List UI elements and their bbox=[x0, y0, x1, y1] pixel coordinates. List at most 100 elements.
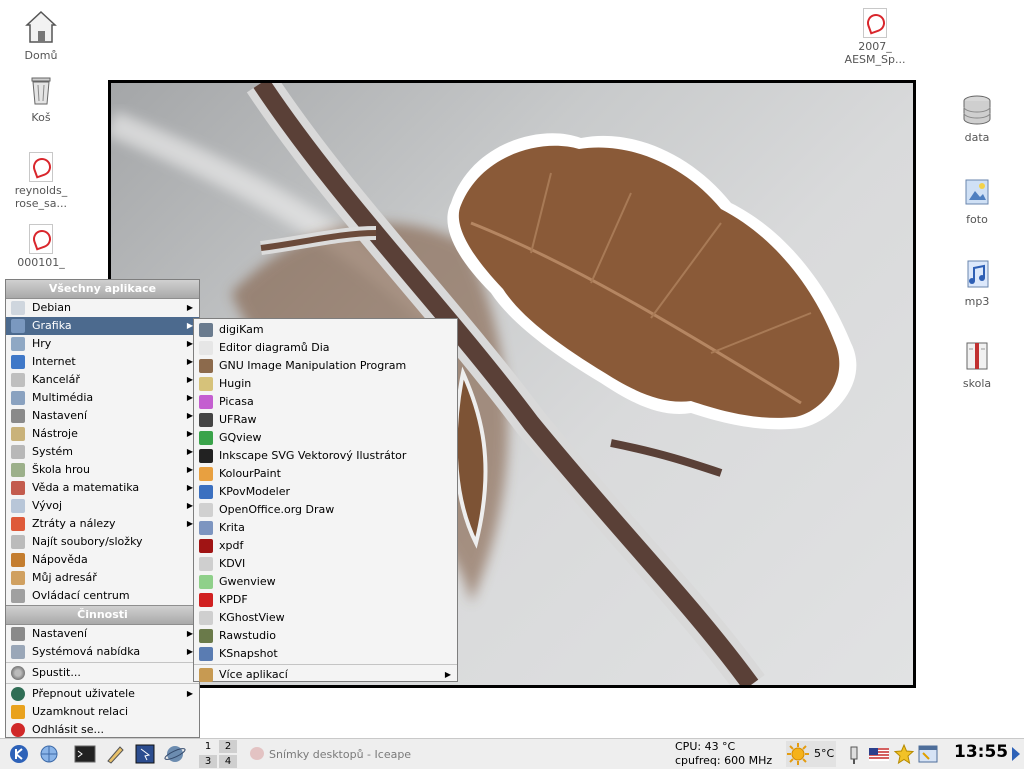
menu-item-logout[interactable]: Odhlásit se... bbox=[6, 721, 199, 739]
submenu-item-kdvi[interactable]: KDVI bbox=[194, 555, 457, 573]
submenu-item-gqview[interactable]: GQview bbox=[194, 429, 457, 447]
submenu-item-gnu-image-manipulation-program[interactable]: GNU Image Manipulation Program bbox=[194, 357, 457, 375]
logout-icon bbox=[11, 723, 25, 737]
quicklaunch-terminal[interactable] bbox=[74, 743, 96, 765]
menu-item-naj-t-soubory-slo-ky[interactable]: Najít soubory/složky bbox=[6, 533, 199, 551]
submenu-item-editor-diagram-dia[interactable]: Editor diagramů Dia bbox=[194, 339, 457, 357]
submenu-item-ufraw[interactable]: UFRaw bbox=[194, 411, 457, 429]
menu-item-kancel-[interactable]: Kancelář ▶ bbox=[6, 371, 199, 389]
pager-desktop-3[interactable]: 3 bbox=[199, 755, 217, 768]
pager-desktop-1[interactable]: 1 bbox=[199, 740, 217, 753]
submenu-item-kolourpaint[interactable]: KolourPaint bbox=[194, 465, 457, 483]
lock-icon bbox=[11, 705, 25, 719]
menu-item-v-da-a-matematika[interactable]: Věda a matematika ▶ bbox=[6, 479, 199, 497]
quicklaunch-network[interactable] bbox=[38, 743, 60, 765]
submenu-item-hugin[interactable]: Hugin bbox=[194, 375, 457, 393]
menu-item-syst-m[interactable]: Systém ▶ bbox=[6, 443, 199, 461]
submenu-item-picasa[interactable]: Picasa bbox=[194, 393, 457, 411]
submenu-item-krita[interactable]: Krita bbox=[194, 519, 457, 537]
planet-icon bbox=[164, 746, 186, 762]
menu-item--kola-hrou[interactable]: Škola hrou ▶ bbox=[6, 461, 199, 479]
digikam-icon bbox=[199, 323, 213, 337]
submenu-item-kpdf[interactable]: KPDF bbox=[194, 591, 457, 609]
ooo-draw-icon bbox=[199, 503, 213, 517]
lost-found-icon bbox=[11, 517, 25, 531]
taskbar-task-iceape[interactable]: Snímky desktopů - Iceape bbox=[250, 747, 411, 761]
menu-separator bbox=[6, 662, 199, 663]
tray-favorites[interactable] bbox=[893, 743, 915, 765]
menu-item-activity-nastaven-[interactable]: Nastavení ▶ bbox=[6, 625, 199, 643]
pager-desktop-2[interactable]: 2 bbox=[219, 740, 237, 753]
menu-item-ztr-ty-a-n-lezy[interactable]: Ztráty a nálezy ▶ bbox=[6, 515, 199, 533]
submenu-item-inkscape-svg-vektorov-ilustr-tor[interactable]: Inkscape SVG Vektorový Ilustrátor bbox=[194, 447, 457, 465]
submenu-item-digikam[interactable]: digiKam bbox=[194, 321, 457, 339]
menu-item-multim-dia[interactable]: Multimédia ▶ bbox=[6, 389, 199, 407]
menu-item-n-pov-da[interactable]: Nápověda bbox=[6, 551, 199, 569]
tray-power[interactable] bbox=[844, 743, 866, 765]
gwenview-icon bbox=[199, 575, 213, 589]
menu-item-label: Gwenview bbox=[219, 575, 276, 588]
menu-item-lock-session[interactable]: Uzamknout relaci bbox=[6, 703, 199, 721]
submenu-item-kpovmodeler[interactable]: KPovModeler bbox=[194, 483, 457, 501]
games-icon bbox=[11, 337, 25, 351]
menu-item-label: GQview bbox=[219, 431, 262, 444]
menu-item-m-j-adres-[interactable]: Můj adresář bbox=[6, 569, 199, 587]
menu-item-label: Systémová nabídka bbox=[32, 645, 141, 658]
submenu-item-xpdf[interactable]: xpdf bbox=[194, 537, 457, 555]
desktop-icon-pdf-2[interactable]: 000101_ bbox=[4, 224, 78, 269]
quicklaunch-ksnapshot[interactable] bbox=[134, 743, 156, 765]
menu-item-v-voj[interactable]: Vývoj ▶ bbox=[6, 497, 199, 515]
desktop-icon-pdf-1[interactable]: reynolds_ rose_sa... bbox=[4, 152, 78, 210]
submenu-item-openoffice-org-draw[interactable]: OpenOffice.org Draw bbox=[194, 501, 457, 519]
tray-keyboard-layout[interactable] bbox=[868, 743, 890, 765]
menu-item-nastaven-[interactable]: Nastavení ▶ bbox=[6, 407, 199, 425]
hugin-icon bbox=[199, 377, 213, 391]
pager-desktop-4[interactable]: 4 bbox=[219, 755, 237, 768]
task-title: Snímky desktopů - Iceape bbox=[269, 748, 412, 761]
menu-item-ovl-dac-centrum[interactable]: Ovládací centrum bbox=[6, 587, 199, 605]
menu-item-activity-syst-mov-nab-dka[interactable]: Systémová nabídka ▶ bbox=[6, 643, 199, 661]
menu-item-switch-user[interactable]: Přepnout uživatele ▶ bbox=[6, 685, 199, 703]
selection-icon bbox=[135, 744, 155, 764]
k-menu-button[interactable] bbox=[8, 743, 30, 765]
quicklaunch-editor[interactable] bbox=[104, 743, 126, 765]
gimp-icon bbox=[199, 359, 213, 373]
desktop-pager: 1 2 3 4 bbox=[199, 740, 239, 768]
menu-item-grafika[interactable]: Grafika ▶ bbox=[6, 317, 199, 335]
menu-item-debian[interactable]: Debian ▶ bbox=[6, 299, 199, 317]
submenu-item-ksnapshot[interactable]: KSnapshot bbox=[194, 645, 457, 663]
desktop-icon-foto[interactable]: foto bbox=[940, 176, 1014, 226]
desktop-icon-trash[interactable]: Koš bbox=[4, 74, 78, 124]
cpu-temperature: CPU: 43 °C bbox=[675, 740, 736, 753]
menu-item-label: Uzamknout relaci bbox=[32, 705, 129, 718]
menu-item-label: Grafika bbox=[32, 319, 72, 332]
menu-item-label: Spustit... bbox=[32, 666, 81, 679]
tray-window-list[interactable] bbox=[917, 743, 939, 765]
science-icon bbox=[11, 481, 25, 495]
menu-item-label: KGhostView bbox=[219, 611, 285, 624]
menu-item-run[interactable]: Spustit... bbox=[6, 664, 199, 682]
submenu-item-more-apps[interactable]: Více aplikací ▶ bbox=[194, 666, 457, 684]
desktop-icon-pdf-3[interactable]: 2007_ AESM_Sp... bbox=[838, 8, 912, 66]
system-menu-icon bbox=[11, 645, 25, 659]
menu-item-n-stroje[interactable]: Nástroje ▶ bbox=[6, 425, 199, 443]
submenu-item-rawstudio[interactable]: Rawstudio bbox=[194, 627, 457, 645]
show-panel-arrow-icon[interactable] bbox=[1012, 747, 1020, 761]
submenu-item-kghostview[interactable]: KGhostView bbox=[194, 609, 457, 627]
desktop-icon-home[interactable]: Domů bbox=[4, 10, 78, 62]
clock[interactable]: 13:55 bbox=[954, 742, 1008, 762]
desktop-icon-skola[interactable]: skola bbox=[940, 340, 1014, 390]
weather-applet[interactable]: 5°C bbox=[786, 741, 836, 767]
quicklaunch-browser[interactable] bbox=[164, 743, 186, 765]
weather-temperature: 5°C bbox=[814, 747, 835, 760]
xpdf-icon bbox=[199, 539, 213, 553]
menu-item-hry[interactable]: Hry ▶ bbox=[6, 335, 199, 353]
ufraw-icon bbox=[199, 413, 213, 427]
submenu-item-gwenview[interactable]: Gwenview bbox=[194, 573, 457, 591]
desktop-icon-data[interactable]: data bbox=[940, 94, 1014, 144]
menu-item-internet[interactable]: Internet ▶ bbox=[6, 353, 199, 371]
desktop-icon-label: mp3 bbox=[964, 295, 990, 308]
desktop-icon-mp3[interactable]: mp3 bbox=[940, 258, 1014, 308]
menu-item-label: Hugin bbox=[219, 377, 252, 390]
settings-icon bbox=[11, 627, 25, 641]
